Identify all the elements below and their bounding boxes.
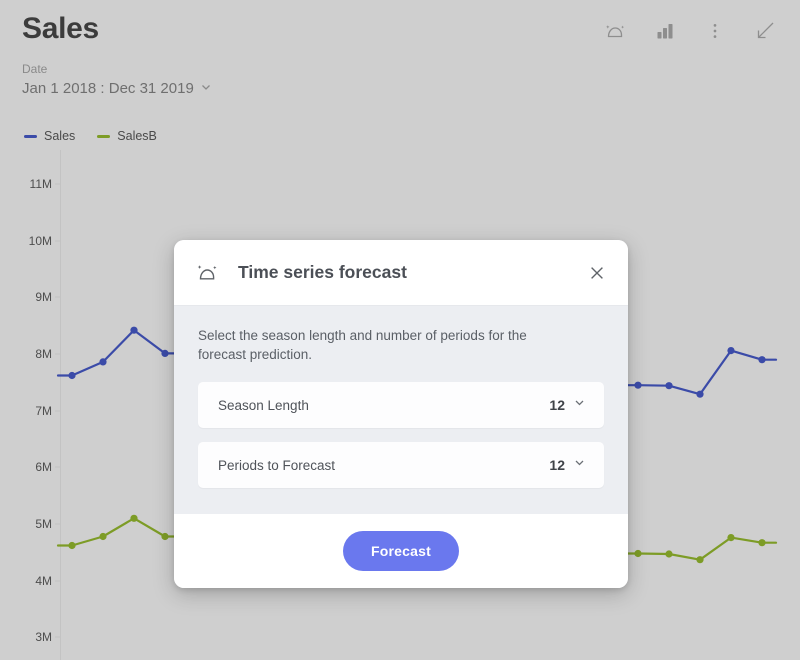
forecast-icon	[194, 260, 220, 286]
forecast-icon[interactable]	[600, 16, 630, 46]
chart-legend: Sales SalesB	[24, 129, 157, 143]
dialog-description: Select the season length and number of p…	[198, 328, 527, 362]
legend-swatch-sales	[24, 134, 37, 138]
data-point[interactable]	[68, 541, 76, 550]
date-filter-value: Jan 1 2018 : Dec 31 2019	[22, 80, 194, 97]
legend-label-sales: Sales	[44, 129, 76, 143]
data-point[interactable]	[696, 556, 704, 564]
data-point[interactable]	[727, 534, 735, 542]
page-title: Sales	[22, 12, 99, 45]
forecast-dialog: Time series forecast Select the season l…	[174, 240, 628, 588]
panel-header: Sales Date Jan 1 2018: Dec 31 2019	[0, 0, 800, 112]
data-point[interactable]	[99, 358, 107, 366]
dialog-title: Time series forecast	[238, 262, 407, 282]
data-point[interactable]	[161, 349, 169, 357]
data-point[interactable]	[130, 514, 138, 522]
data-point[interactable]	[758, 539, 766, 547]
season-length-value: 12	[549, 397, 565, 413]
data-point[interactable]	[68, 371, 76, 380]
data-point[interactable]	[665, 382, 673, 390]
data-point[interactable]	[665, 550, 673, 558]
close-icon[interactable]	[584, 260, 610, 286]
periods-to-forecast-label: Periods to Forecast	[218, 457, 336, 473]
periods-to-forecast-select[interactable]: Periods to Forecast 12	[198, 442, 604, 488]
data-point[interactable]	[634, 549, 642, 558]
season-length-select[interactable]: Season Length 12	[198, 382, 604, 428]
dashboard-panel: Sales Date Jan 1 2018: Dec 31 2019 Sale…	[0, 0, 800, 660]
date-filter[interactable]: Date Jan 1 2018 : Dec 31 2019	[22, 62, 212, 99]
date-filter-value-row[interactable]: Jan 1 2018 : Dec 31 2019	[22, 79, 212, 99]
data-point[interactable]	[727, 347, 735, 355]
data-point[interactable]	[161, 532, 169, 541]
dialog-footer: Forecast	[174, 514, 628, 588]
date-filter-label: Date	[22, 62, 48, 76]
chevron-down-icon	[200, 79, 212, 99]
chevron-down-icon	[573, 456, 586, 474]
data-point[interactable]	[99, 532, 107, 541]
chevron-down-icon	[573, 396, 586, 414]
legend-item-salesb[interactable]: SalesB	[97, 129, 157, 143]
bar-chart-icon[interactable]	[650, 16, 680, 46]
legend-item-sales[interactable]: Sales	[24, 129, 75, 143]
dialog-header: Time series forecast	[174, 240, 628, 306]
more-vert-icon[interactable]	[700, 16, 730, 46]
header-toolbar	[600, 16, 780, 46]
data-point[interactable]	[634, 381, 642, 389]
dialog-body: Select the season length and number of p…	[174, 306, 628, 514]
data-point[interactable]	[696, 390, 704, 398]
data-point[interactable]	[758, 356, 766, 364]
legend-swatch-salesb	[97, 134, 111, 138]
legend-label-salesb: SalesB	[117, 129, 157, 143]
periods-to-forecast-value: 12	[549, 457, 565, 473]
forecast-button[interactable]: Forecast	[343, 531, 459, 571]
data-point[interactable]	[130, 326, 138, 334]
season-length-label: Season Length	[218, 397, 309, 413]
collapse-arrow-icon[interactable]	[750, 16, 780, 46]
